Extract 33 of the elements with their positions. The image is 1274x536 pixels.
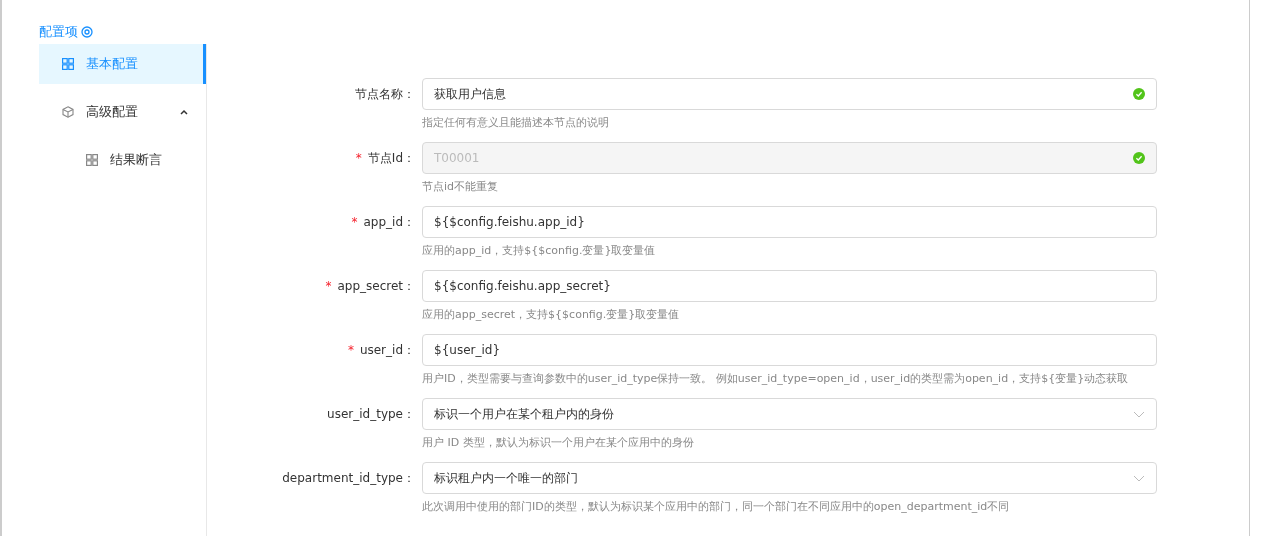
required-mark: *: [351, 215, 358, 229]
help-text: 节点id不能重复: [422, 179, 499, 194]
chevron-down-icon: [1133, 474, 1145, 482]
menu-item[interactable]: 结果断言: [39, 140, 206, 180]
required-mark: *: [355, 151, 362, 165]
menu-item[interactable]: 高级配置: [39, 92, 206, 132]
help-text: 用户 ID 类型，默认为标识一个用户在某个应用中的身份: [422, 435, 694, 450]
field-label: user_id：: [359, 341, 415, 359]
input-field[interactable]: ${$config.feishu.app_id}: [422, 206, 1157, 238]
select-field[interactable]: 标识一个用户在某个租户内的身份: [422, 398, 1157, 430]
help-text: 应用的app_id，支持${$config.变量}取变量值: [422, 243, 656, 258]
field-label: 节点名称：: [355, 85, 415, 103]
field-label: 节点Id：: [367, 149, 415, 167]
sidebar-title: 配置项: [39, 23, 78, 41]
input-field[interactable]: ${user_id}: [422, 334, 1157, 366]
input-field[interactable]: ${$config.feishu.app_secret}: [422, 270, 1157, 302]
field-label: app_id：: [363, 213, 415, 231]
help-text: 用户ID，类型需要与查询参数中的user_id_type保持一致。 例如user_id_type=open_id，user_id的类型需为open_id，支持${变量}动态获取: [422, 371, 1129, 386]
select-field[interactable]: 标识租户内一个唯一的部门: [422, 462, 1157, 494]
grid-icon: [62, 58, 74, 70]
help-text: 应用的app_secret，支持${$config.变量}取变量值: [422, 307, 680, 322]
settings-icon[interactable]: [81, 26, 93, 38]
grid-icon: [86, 154, 98, 166]
help-text: 此次调用中使用的部门ID的类型，默认为标识某个应用中的部门，同一个部门在不同应用中的open_department_id不同: [422, 499, 1010, 514]
help-text: 指定任何有意义且能描述本节点的说明: [422, 115, 609, 130]
chevron-down-icon: [1133, 410, 1145, 418]
field-label: department_id_type：: [282, 469, 415, 487]
input-field[interactable]: 获取用户信息: [422, 78, 1157, 110]
required-mark: *: [347, 343, 354, 357]
cube-icon: [62, 106, 74, 118]
required-mark: *: [325, 279, 332, 293]
field-label: user_id_type：: [327, 405, 415, 423]
field-label: app_secret：: [337, 277, 415, 295]
